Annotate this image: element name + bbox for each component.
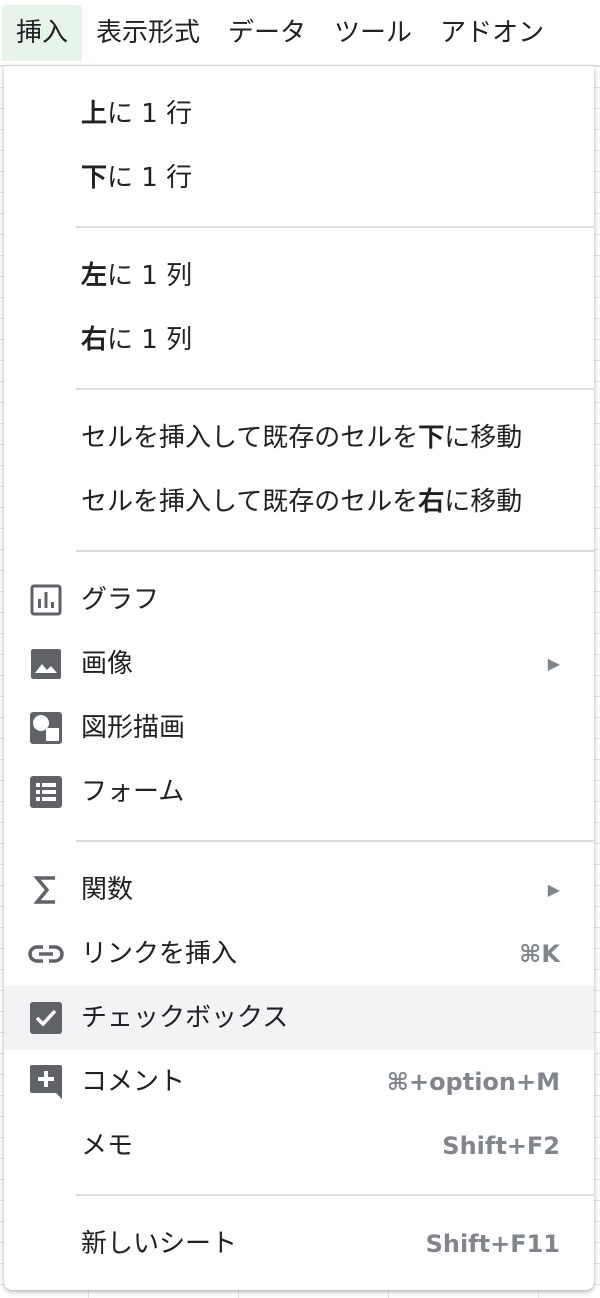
checkbox-icon <box>28 1000 64 1036</box>
insert-drawing[interactable]: 図形描画 <box>4 696 594 760</box>
menu-tools[interactable]: ツール <box>320 5 426 61</box>
insert-column-right-label: 右に 1 列 <box>81 325 193 355</box>
menu-insert[interactable]: 挿入 <box>2 4 83 61</box>
insert-note[interactable]: メモ Shift+F2 <box>4 1114 594 1178</box>
insert-row-below[interactable]: 下に 1 行 <box>4 146 594 210</box>
insert-new-sheet[interactable]: 新しいシート Shift+F11 <box>4 1212 594 1276</box>
insert-chart[interactable]: グラフ <box>4 568 594 632</box>
insert-new-sheet-label: 新しいシート <box>81 1229 238 1259</box>
bar-chart-icon <box>28 582 64 618</box>
insert-form[interactable]: フォーム <box>4 760 594 824</box>
insert-note-label: メモ <box>81 1131 134 1161</box>
insert-comment-label: コメント <box>81 1067 186 1097</box>
insert-checkbox[interactable]: チェックボックス <box>4 986 594 1050</box>
insert-checkbox-label: チェックボックス <box>81 1003 289 1033</box>
menu-separator <box>76 1194 594 1196</box>
insert-drawing-label: 図形描画 <box>81 713 186 743</box>
form-list-icon <box>28 774 64 810</box>
insert-row-above[interactable]: 上に 1 行 <box>4 82 594 146</box>
insert-column-right[interactable]: 右に 1 列 <box>4 308 594 372</box>
insert-row-above-label: 上に 1 行 <box>81 99 193 129</box>
menu-data[interactable]: データ <box>214 5 320 61</box>
insert-cells-shift-down-label: セルを挿入して既存のセルを下に移動 <box>81 423 523 453</box>
insert-comment-shortcut: ⌘+option+M <box>386 1068 560 1096</box>
menu-separator <box>76 388 594 390</box>
insert-form-label: フォーム <box>81 777 185 807</box>
insert-image[interactable]: 画像 ▶ <box>4 632 594 696</box>
insert-note-shortcut: Shift+F2 <box>442 1132 560 1160</box>
insert-image-label: 画像 <box>81 649 134 679</box>
insert-link-shortcut: ⌘K <box>519 940 560 968</box>
insert-row-below-label: 下に 1 行 <box>81 163 193 193</box>
insert-new-sheet-shortcut: Shift+F11 <box>425 1230 560 1258</box>
submenu-arrow-icon: ▶ <box>547 654 560 673</box>
submenu-arrow-icon: ▶ <box>547 880 560 899</box>
insert-menu-dropdown: 上に 1 行 下に 1 行 左に 1 列 右に 1 列 セルを挿入して既存のセル… <box>4 66 594 1290</box>
add-comment-icon <box>28 1064 64 1100</box>
sigma-icon <box>28 872 64 908</box>
insert-function[interactable]: 関数 ▶ <box>4 858 594 922</box>
menu-separator <box>76 550 594 552</box>
insert-chart-label: グラフ <box>81 585 160 615</box>
image-icon <box>28 646 64 682</box>
insert-link[interactable]: リンクを挿入 ⌘K <box>4 922 594 986</box>
insert-column-left-label: 左に 1 列 <box>81 261 193 291</box>
menu-separator <box>76 226 594 228</box>
insert-link-label: リンクを挿入 <box>81 939 238 969</box>
link-icon <box>28 936 64 972</box>
shapes-icon <box>28 710 64 746</box>
menu-addons[interactable]: アドオン <box>426 5 558 61</box>
insert-function-label: 関数 <box>81 875 134 905</box>
insert-cells-shift-right-label: セルを挿入して既存のセルを右に移動 <box>81 487 523 517</box>
menu-bar: 挿入 表示形式 データ ツール アドオン <box>0 0 600 66</box>
menu-separator <box>76 840 594 842</box>
insert-comment[interactable]: コメント ⌘+option+M <box>4 1050 594 1114</box>
menu-format[interactable]: 表示形式 <box>82 5 214 61</box>
insert-cells-shift-right[interactable]: セルを挿入して既存のセルを右に移動 <box>4 470 594 534</box>
insert-column-left[interactable]: 左に 1 列 <box>4 244 594 308</box>
insert-cells-shift-down[interactable]: セルを挿入して既存のセルを下に移動 <box>4 406 594 470</box>
